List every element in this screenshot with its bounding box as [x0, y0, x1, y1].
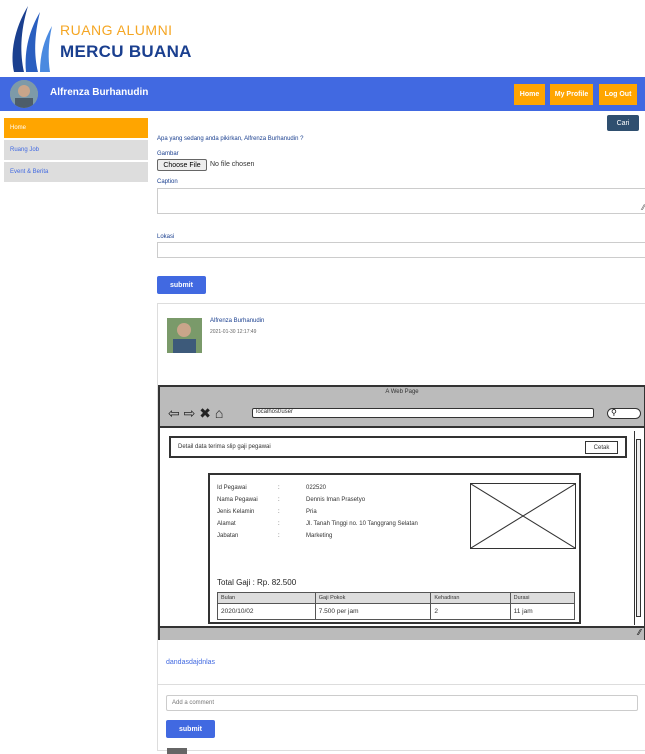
- table-cell: 2: [430, 603, 511, 620]
- post-author-avatar[interactable]: [167, 318, 202, 353]
- field-sep: :: [278, 509, 280, 515]
- lokasi-label: Lokasi: [157, 234, 175, 240]
- wireframe-scrollbar: [634, 431, 643, 625]
- table-cell: 7.500 per jam: [314, 603, 432, 620]
- post-image-wireframe: A Web Page ⇦ ⇨ ✖ ⌂ localhost/user ⚲ Deta…: [158, 385, 645, 640]
- user-name: Alfrenza Burhanudin: [50, 87, 149, 98]
- table-row: 2020/10/02 7.500 per jam 2 11 jam: [217, 603, 576, 620]
- next-post-avatar: [167, 748, 187, 754]
- divider: [158, 684, 645, 685]
- submit-post-button[interactable]: submit: [157, 276, 206, 294]
- brand-line2: MERCU BUANA: [60, 42, 192, 61]
- choose-file-button[interactable]: Choose File: [157, 159, 207, 171]
- sidebar-item-event-berita[interactable]: Event & Berita: [4, 162, 148, 182]
- field-label: Alamat: [217, 521, 236, 527]
- wireframe-status-bar: ⁄⁄: [160, 626, 644, 640]
- field-value: 022520: [306, 485, 327, 491]
- field-sep: :: [278, 533, 280, 539]
- wireframe-resize-icon: ⁄⁄: [638, 628, 641, 637]
- wireframe-body: Detail data terima slip gaji pegawai Cet…: [160, 430, 636, 626]
- field-label: Nama Pegawai: [217, 497, 258, 503]
- field-value: Pria: [306, 509, 317, 515]
- logout-button[interactable]: Log Out: [599, 84, 637, 105]
- lokasi-input[interactable]: [157, 242, 645, 258]
- brand-logo: RUANG ALUMNI MERCU BUANA: [8, 4, 208, 74]
- table-header: Bulan: [217, 592, 316, 604]
- wireframe-slip: Id Pegawai : 022520 Nama Pegawai : Denni…: [208, 473, 581, 624]
- caption-textarea[interactable]: ⁄⁄: [157, 188, 645, 214]
- post-caption: dandasdajdnlas: [166, 659, 216, 666]
- table-header: Gaji Pokok: [314, 592, 432, 604]
- wireframe-nav-icons: ⇦ ⇨ ✖ ⌂: [168, 405, 224, 421]
- home-button[interactable]: Home: [514, 84, 545, 105]
- submit-comment-button[interactable]: submit: [166, 720, 215, 738]
- table-header-row: Bulan Gaji Pokok Kehadiran Durasi: [217, 592, 576, 604]
- file-status: No file chosen: [210, 161, 255, 168]
- field-sep: :: [278, 485, 280, 491]
- wireframe-scroll-thumb: [636, 439, 641, 617]
- image-placeholder-icon: [470, 483, 576, 549]
- wireframe-header-text: Detail data terima slip gaji pegawai: [178, 444, 271, 450]
- wireframe-search-icon: ⚲: [607, 408, 641, 419]
- gambar-label: Gambar: [157, 151, 179, 157]
- field-value: Marketing: [306, 533, 333, 539]
- post-author-name[interactable]: Alfrenza Burhanudin: [210, 318, 264, 324]
- field-label: Id Pegawai: [217, 485, 247, 491]
- comment-input[interactable]: Add a comment: [166, 695, 638, 711]
- search-button[interactable]: Cari: [607, 115, 639, 131]
- field-label: Jenis Kelamin: [217, 509, 255, 515]
- my-profile-button[interactable]: My Profile: [550, 84, 593, 105]
- table-header: Kehadiran: [430, 592, 511, 604]
- field-value: Jl. Tanah Tinggi no. 10 Tanggrang Selata…: [306, 521, 418, 527]
- brand-line1: RUANG ALUMNI: [60, 22, 173, 38]
- wireframe-nav-bar: ⇦ ⇨ ✖ ⌂ localhost/user ⚲: [160, 399, 644, 428]
- field-value: Dennis Iman Prasetyo: [306, 497, 366, 503]
- mercu-buana-logo-icon: [12, 6, 52, 72]
- wireframe-header-box: Detail data terima slip gaji pegawai Cet…: [169, 436, 627, 458]
- post-date: 2021-01-30 12:17:49: [210, 329, 257, 335]
- post-prompt: Apa yang sedang anda pikirkan, Alfrenza …: [157, 136, 304, 142]
- sidebar: Home Ruang Job Event & Berita: [4, 118, 148, 184]
- field-sep: :: [278, 521, 280, 527]
- wireframe-cetak-button: Cetak: [585, 441, 618, 454]
- table-cell: 11 jam: [509, 603, 576, 620]
- sidebar-item-home[interactable]: Home: [4, 118, 148, 138]
- user-avatar[interactable]: [10, 80, 38, 108]
- wireframe-window-title: A Web Page: [160, 387, 644, 399]
- salary-table: Bulan Gaji Pokok Kehadiran Durasi 2020/1…: [217, 592, 576, 620]
- table-header: Durasi: [509, 592, 576, 604]
- wireframe-url-bar: localhost/user: [252, 408, 594, 418]
- post-card: Alfrenza Burhanudin 2021-01-30 12:17:49 …: [157, 303, 645, 754]
- sidebar-item-ruang-job[interactable]: Ruang Job: [4, 140, 148, 160]
- total-salary: Total Gaji : Rp. 82.500: [217, 578, 297, 587]
- table-cell: 2020/10/02: [217, 603, 316, 620]
- caption-label: Caption: [157, 179, 178, 185]
- top-navbar: Alfrenza Burhanudin Home My Profile Log …: [0, 77, 645, 111]
- field-sep: :: [278, 497, 280, 503]
- field-label: Jabatan: [217, 533, 239, 539]
